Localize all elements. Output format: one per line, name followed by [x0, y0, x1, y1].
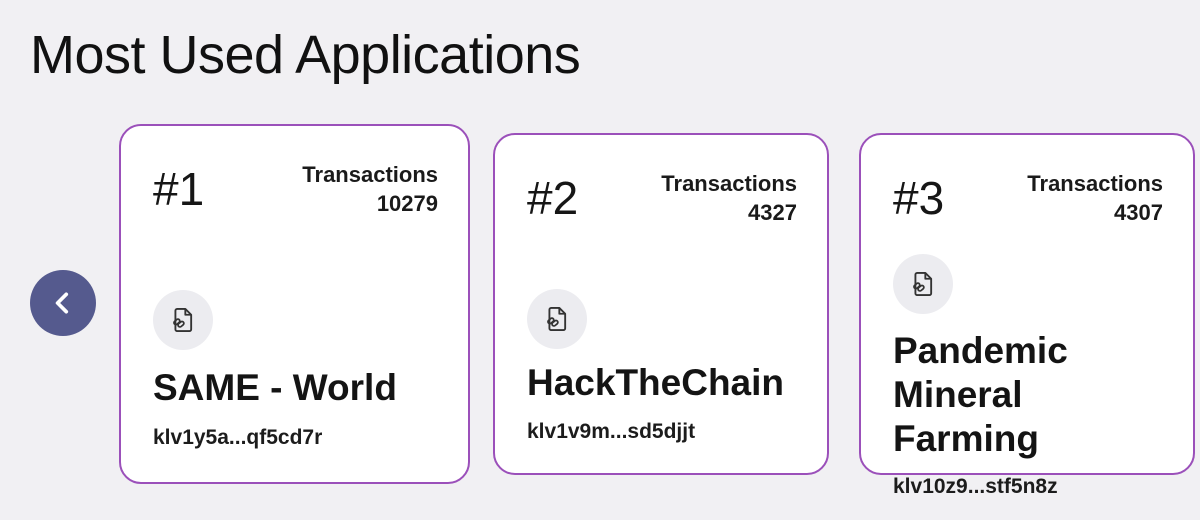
transactions-block: Transactions 4307	[1027, 169, 1163, 227]
app-card-3[interactable]: #3 Transactions 4307 Pandemic Mineral Fa…	[859, 133, 1195, 498]
transactions-count: 10279	[376, 191, 438, 216]
transactions-count: 4327	[748, 200, 797, 225]
carousel-prev-button[interactable]	[30, 270, 96, 336]
rank-label: #1	[153, 163, 205, 215]
file-link-icon	[913, 271, 933, 297]
transactions-label: Transactions	[302, 162, 438, 187]
app-address[interactable]: klv1v9m...sd5djjt	[527, 420, 695, 444]
page-title: Most Used Applications	[30, 25, 581, 85]
file-link-icon	[173, 307, 193, 333]
rank-label: #3	[893, 172, 945, 224]
app-icon-badge	[893, 254, 953, 314]
app-icon-badge	[153, 290, 213, 350]
transactions-label: Transactions	[1027, 171, 1163, 196]
chevron-left-icon	[55, 292, 69, 314]
transactions-count: 4307	[1114, 200, 1163, 225]
app-card-2[interactable]: #2 Transactions 4327 HackTheChain klv1v9…	[493, 133, 829, 475]
transactions-label: Transactions	[661, 171, 797, 196]
app-name: Pandemic Mineral Farming	[893, 330, 1068, 459]
app-name: HackTheChain	[527, 362, 785, 403]
app-address[interactable]: klv10z9...stf5n8z	[893, 475, 1058, 499]
file-link-icon	[547, 306, 567, 332]
transactions-block: Transactions 4327	[661, 169, 797, 227]
transactions-block: Transactions 10279	[302, 160, 438, 218]
app-card-1[interactable]: #1 Transactions 10279 SAME - World klv1y…	[119, 124, 470, 484]
app-address[interactable]: klv1y5a...qf5cd7r	[153, 426, 322, 450]
rank-label: #2	[527, 172, 579, 224]
app-name: SAME - World	[153, 367, 397, 408]
app-icon-badge	[527, 289, 587, 349]
